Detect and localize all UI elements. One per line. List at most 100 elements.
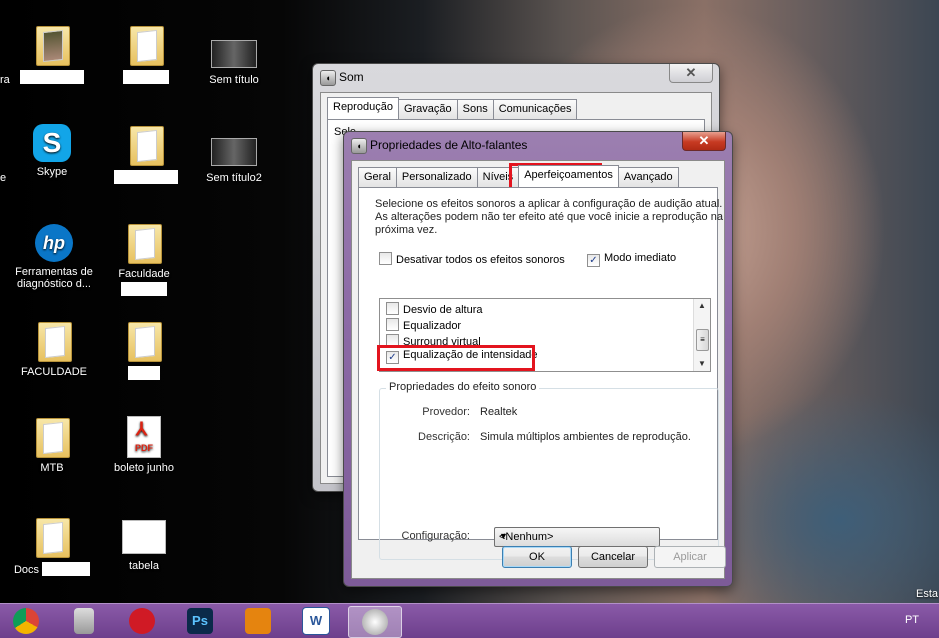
taskbar-photoshop[interactable]: Ps: [174, 606, 226, 636]
folder-icon: [126, 122, 166, 166]
taskbar-word[interactable]: W: [290, 606, 342, 636]
properties-client: Geral Personalizado Níveis Aperfeiçoamen…: [351, 160, 726, 579]
icon-label: Skype: [36, 166, 68, 178]
effects-scrollbar[interactable]: ▲ ≡ ▼: [693, 299, 710, 371]
taskbar-media-player[interactable]: [232, 606, 284, 636]
pdf-icon: PDF: [127, 416, 161, 458]
immediate-mode-label: Modo imediato: [604, 252, 677, 264]
desktop-icon-mtb[interactable]: MTB: [4, 414, 100, 474]
effect-properties-group: Propriedades do efeito sonoro Provedor: …: [379, 381, 719, 560]
properties-title: Propriedades de Alto-falantes: [370, 138, 528, 152]
desktop-icon-sem-titulo2[interactable]: Sem título2: [186, 130, 282, 184]
effect-checkbox[interactable]: [386, 318, 399, 331]
enhancements-description: Selecione os efeitos sonoros a aplicar à…: [375, 198, 723, 236]
taskbar-sound[interactable]: [348, 606, 402, 638]
icon-label: Faculdade: [118, 268, 170, 280]
speaker-icon: ◖: [351, 138, 367, 154]
properties-window[interactable]: ◖ Propriedades de Alto-falantes ✕ Geral …: [343, 131, 733, 587]
image-thumbnail-icon: [211, 40, 257, 68]
label-redacted: [121, 282, 167, 296]
tab-gravacao[interactable]: Gravação: [397, 99, 458, 119]
folder-icon: [126, 22, 166, 66]
desktop-icon-folder[interactable]: [98, 122, 194, 184]
spreadsheet-icon: [122, 520, 166, 554]
desktop-icon-folder[interactable]: [4, 22, 100, 84]
desktop-icon-skype[interactable]: S Skype: [4, 124, 100, 178]
taskbar-chrome[interactable]: [0, 606, 52, 636]
immediate-mode-row[interactable]: ✓ Modo imediato: [587, 252, 676, 267]
image-thumbnail-icon: [211, 138, 257, 166]
ok-button[interactable]: OK: [502, 546, 572, 568]
som-titlebar[interactable]: ◖ Som ✕: [313, 64, 719, 90]
cancel-button[interactable]: Cancelar: [578, 546, 648, 568]
language-indicator[interactable]: PT: [905, 614, 919, 626]
label-redacted: [128, 366, 160, 380]
folder-icon: [124, 220, 164, 264]
folder-icon: [34, 318, 74, 362]
group-title: Propriedades do efeito sonoro: [386, 381, 540, 393]
icon-label: Sem título2: [206, 172, 262, 184]
label-redacted: [123, 70, 169, 84]
chrome-icon: [13, 608, 39, 634]
chevron-down-icon: ▼: [499, 531, 508, 541]
scroll-down-icon[interactable]: ▼: [694, 357, 710, 371]
speaker-icon: ◖: [320, 70, 336, 86]
tab-aperfeicoamentos[interactable]: Aperfeiçoamentos: [518, 165, 619, 187]
som-tabs: Reprodução Gravação Sons Comunicações: [327, 97, 578, 119]
disable-all-row[interactable]: Desativar todos os efeitos sonoros: [379, 252, 565, 266]
disable-all-label: Desativar todos os efeitos sonoros: [396, 254, 565, 266]
desktop-icon-folder[interactable]: [96, 318, 192, 380]
desktop-icon-folder[interactable]: [98, 22, 194, 84]
icon-label: Ferramentas de diagnóstico d...: [15, 266, 93, 290]
desktop-icon-boleto[interactable]: PDF boleto junho: [96, 416, 192, 474]
folder-icon: [32, 414, 72, 458]
effect-checkbox[interactable]: [386, 302, 399, 315]
icon-label: boleto junho: [114, 462, 174, 474]
properties-tabs: Geral Personalizado Níveis Aperfeiçoamen…: [358, 165, 679, 187]
effect-item-desvio[interactable]: Desvio de altura: [386, 302, 483, 317]
icon-label-row: Docs: [4, 562, 100, 576]
properties-close-button[interactable]: ✕: [682, 132, 726, 151]
desktop-icon-hp-diagnostics[interactable]: hp Ferramentas de diagnóstico d...: [6, 224, 102, 290]
properties-titlebar[interactable]: ◖ Propriedades de Alto-falantes ✕: [344, 132, 732, 158]
tab-comunicacoes[interactable]: Comunicações: [492, 99, 578, 119]
desktop-icon-faculdade-upper[interactable]: FACULDADE: [6, 318, 102, 378]
enhancements-panel: Selecione os efeitos sonoros a aplicar à…: [358, 187, 723, 560]
desktop-icon-docs[interactable]: Docs: [4, 514, 100, 576]
label-redacted: [114, 170, 178, 184]
icon-label: Sem título: [209, 74, 259, 86]
tab-geral[interactable]: Geral: [358, 167, 397, 187]
photoshop-icon: Ps: [187, 608, 213, 634]
som-title: Som: [339, 70, 364, 84]
immediate-mode-checkbox[interactable]: ✓: [587, 254, 600, 267]
desktop-icon-faculdade[interactable]: Faculdade: [96, 220, 192, 296]
som-close-button[interactable]: ✕: [669, 64, 713, 83]
desktop-icon-tabela[interactable]: tabela: [96, 516, 192, 572]
scroll-thumb[interactable]: ≡: [696, 329, 709, 351]
tab-avancado[interactable]: Avançado: [617, 167, 679, 187]
tab-personalizado[interactable]: Personalizado: [395, 167, 478, 187]
taskbar-calculator[interactable]: [58, 606, 110, 636]
effect-item-equalizador[interactable]: Equalizador: [386, 318, 461, 333]
media-player-icon: [245, 608, 271, 634]
icon-label: FACULDADE: [20, 366, 88, 378]
label-redacted: [20, 70, 84, 84]
apply-button[interactable]: Aplicar: [654, 546, 726, 568]
provider-value: Realtek: [480, 406, 518, 418]
effect-label: Desvio de altura: [403, 304, 483, 316]
scroll-up-icon[interactable]: ▲: [694, 299, 710, 313]
taskbar: Ps W PT: [0, 603, 939, 638]
disable-all-checkbox[interactable]: [379, 252, 392, 265]
config-dropdown[interactable]: <Nenhum> ▼: [494, 527, 660, 547]
tab-reproducao[interactable]: Reprodução: [327, 97, 399, 119]
taskbar-opera[interactable]: [116, 606, 168, 636]
folder-icon: [124, 318, 164, 362]
desktop-icon-sem-titulo[interactable]: Sem título: [186, 32, 282, 86]
tab-sons[interactable]: Sons: [456, 99, 494, 119]
speaker-icon: [362, 609, 388, 635]
calculator-icon: [74, 608, 94, 634]
effect-label: Equalizador: [403, 320, 462, 332]
opera-icon: [129, 608, 155, 634]
icon-label: MTB: [40, 462, 64, 474]
folder-icon: [32, 22, 72, 66]
